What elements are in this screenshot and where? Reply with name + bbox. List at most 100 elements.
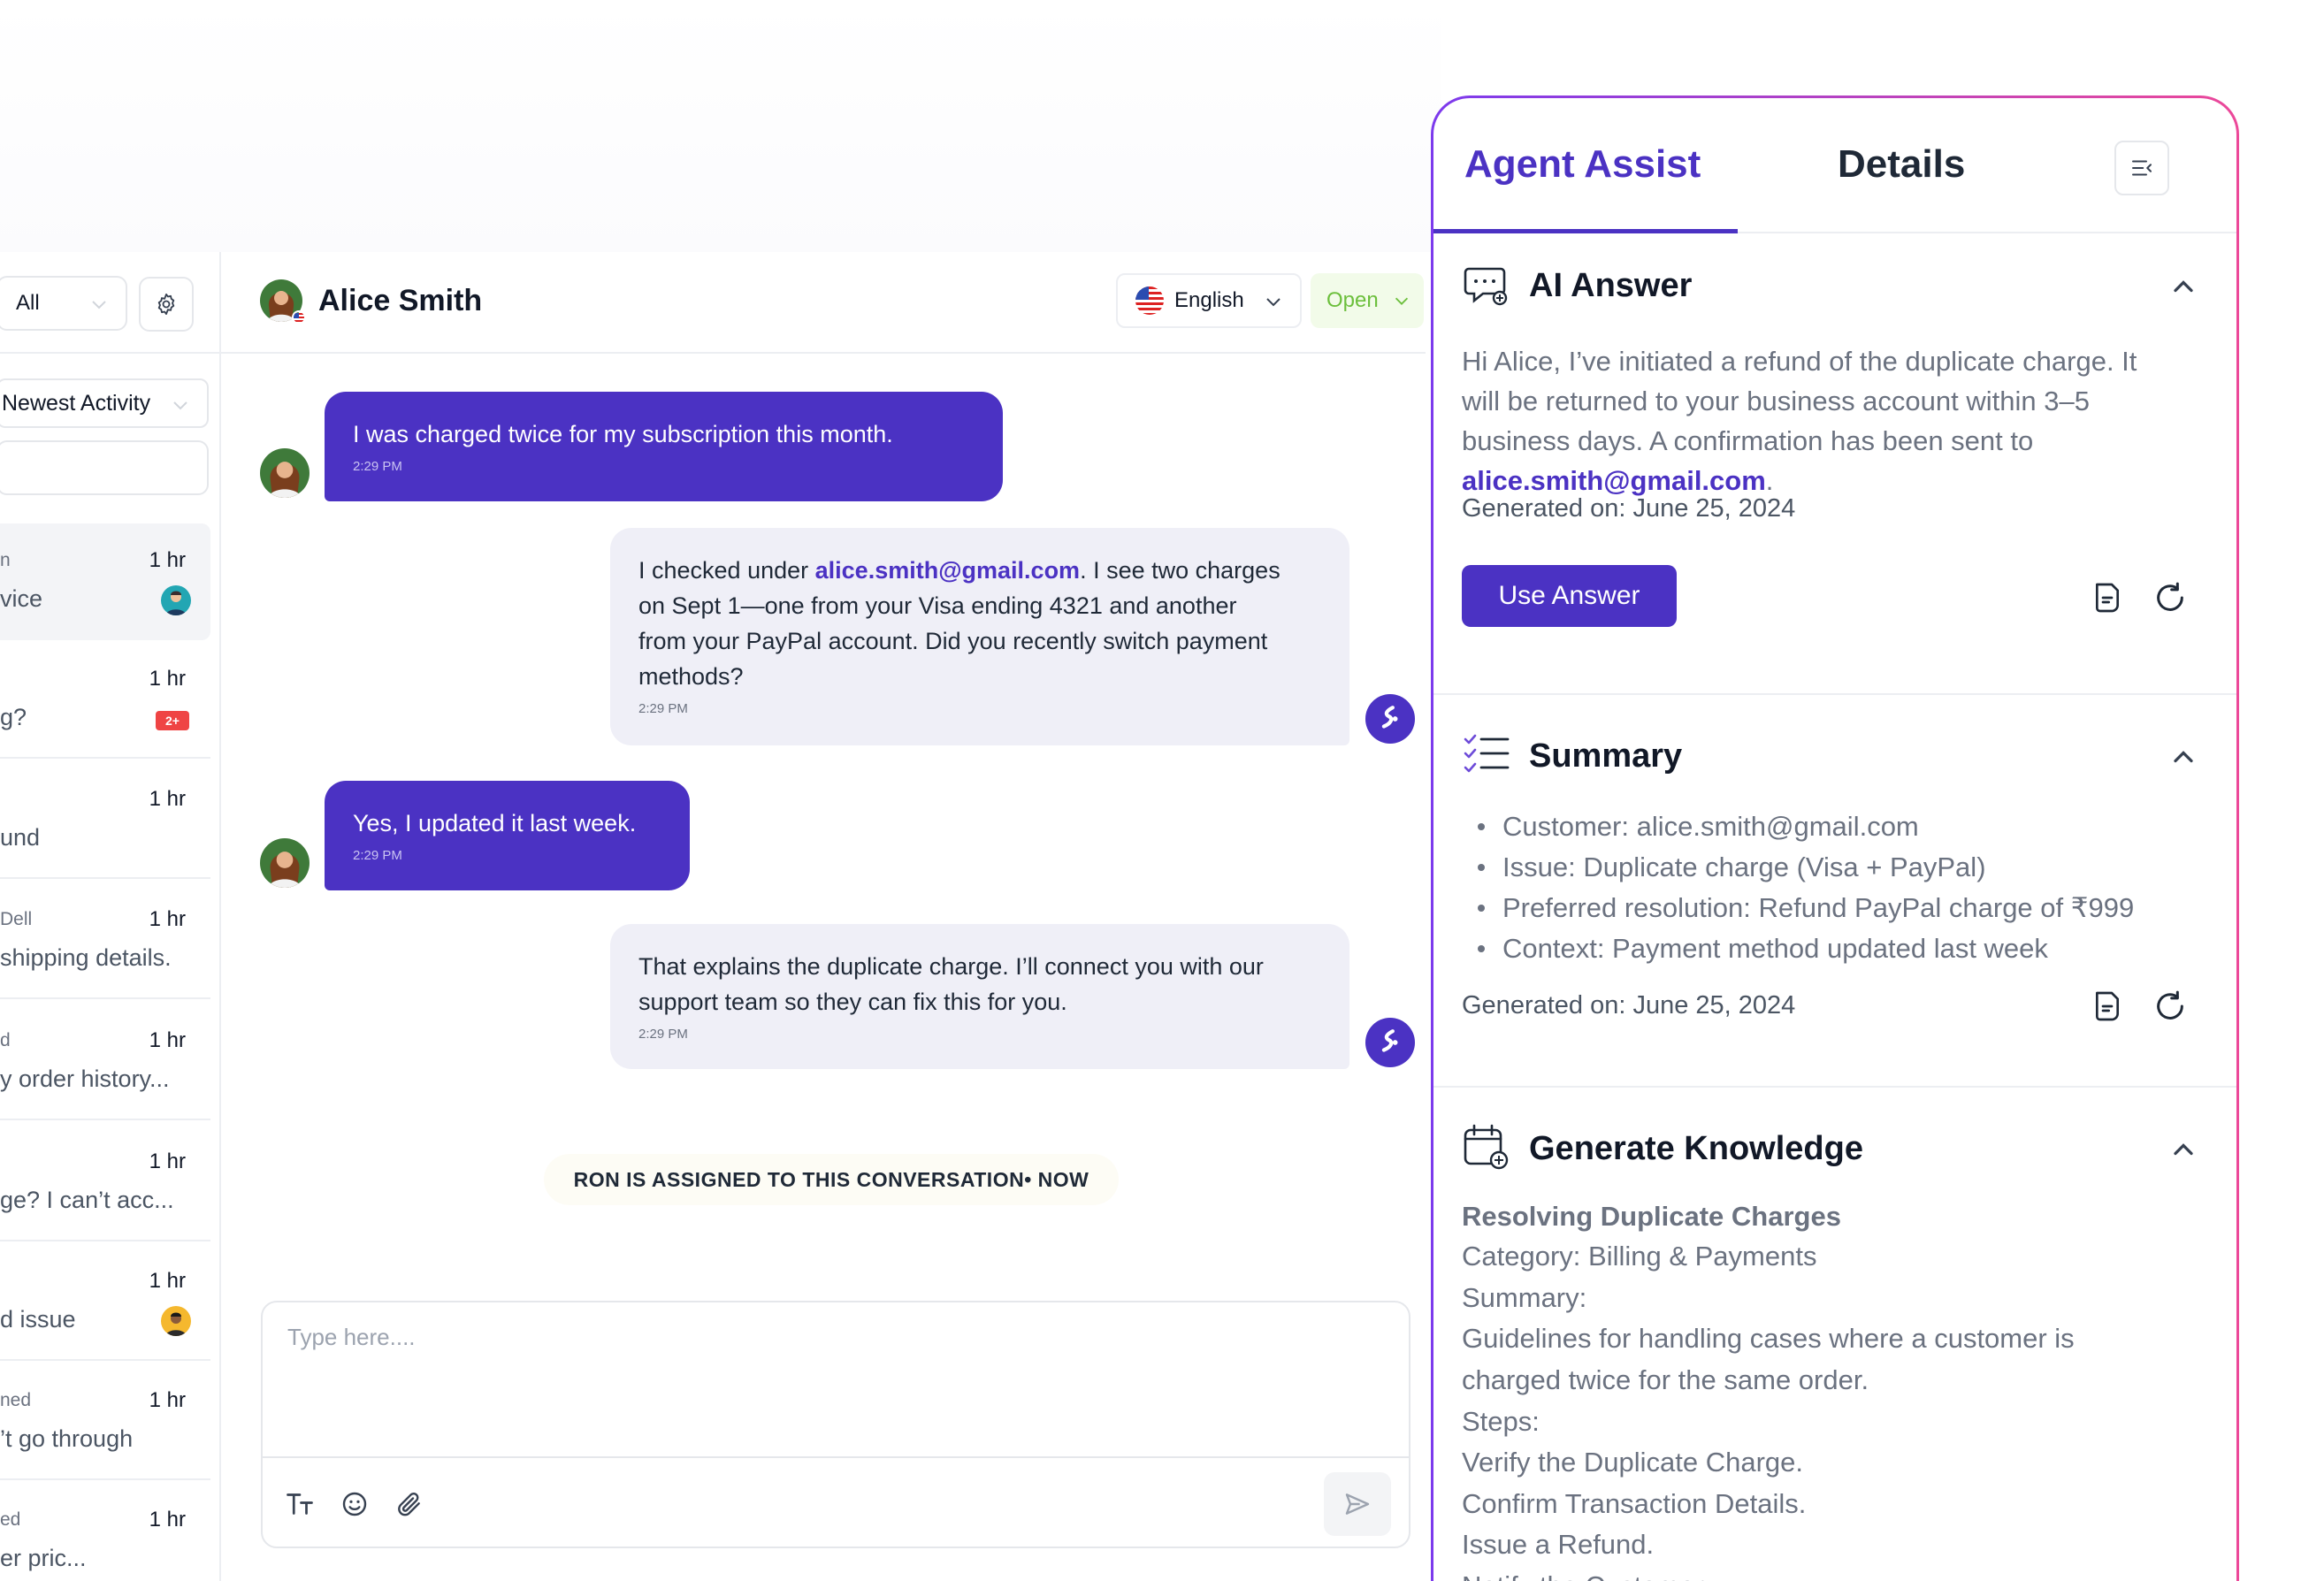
message-time: 2:29 PM: [638, 701, 688, 716]
sort-select[interactable]: Newest Activity: [0, 378, 209, 428]
chevron-down-icon: [173, 401, 187, 410]
answer-line: business days. A confirmation has been s…: [1462, 425, 2034, 456]
unread-badge: 2+: [156, 711, 189, 730]
conversation-item[interactable]: ned 1 hr ’t go through: [0, 1363, 210, 1480]
chat-header: Alice Smith English Open: [221, 252, 1426, 354]
answer-line: will be returned to your business accoun…: [1462, 386, 2090, 416]
incoming-message: Yes, I updated it last week. 2:29 PM: [325, 781, 690, 890]
conversation-item[interactable]: 1 hr g? 2+: [0, 642, 210, 759]
top-background: [0, 0, 1441, 252]
divider: [263, 1456, 1409, 1458]
generated-date: Generated on: June 25, 2024: [1462, 494, 1796, 523]
message-time: 2:29 PM: [353, 459, 402, 474]
conversation-item[interactable]: 1 hr und: [0, 762, 210, 879]
bot-avatar: [1365, 1018, 1415, 1067]
chevron-up-icon[interactable]: [2167, 1134, 2199, 1165]
filter-select-value: All: [16, 291, 40, 315]
conversation-preview: y order history...: [0, 1065, 170, 1092]
conversation-list-panel: All Newest Activity n 1 hr vice 1 hr g? …: [0, 252, 221, 1581]
language-select[interactable]: English: [1116, 273, 1302, 328]
copy-button[interactable]: [2088, 578, 2127, 617]
summary-list: Customer: alice.smith@gmail.com Issue: D…: [1462, 806, 2222, 969]
bot-logo-icon: [1381, 706, 1398, 729]
message-text-part: . I see two charges: [1080, 557, 1280, 584]
emoji-icon: [342, 1492, 367, 1516]
message-text: I was charged twice for my subscription …: [353, 421, 893, 447]
chevron-up-icon[interactable]: [2167, 741, 2199, 773]
knowledge-step: Verify the Duplicate Charge.: [1462, 1447, 1803, 1478]
message-text-line: from your PayPal account. Did you recent…: [638, 628, 1268, 654]
answer-suffix: .: [1765, 465, 1774, 496]
conversation-preview: shipping details.: [0, 944, 172, 971]
tab-details[interactable]: Details: [1838, 142, 1965, 187]
message-text-line: That explains the duplicate charge. I’ll…: [638, 953, 1264, 980]
regenerate-button[interactable]: [2151, 987, 2190, 1026]
us-flag-icon: [1135, 286, 1164, 315]
email-link[interactable]: alice.smith@gmail.com: [815, 557, 1080, 584]
conversation-name: ed: [0, 1509, 21, 1530]
use-answer-button[interactable]: Use Answer: [1462, 565, 1677, 627]
message-text-part: I checked under: [638, 557, 815, 584]
text-format-icon: [287, 1493, 313, 1515]
conversation-time: 1 hr: [149, 787, 186, 811]
send-button[interactable]: [1324, 1472, 1391, 1536]
knowledge-step: Issue a Refund.: [1462, 1529, 1655, 1560]
language-value: English: [1174, 288, 1244, 312]
conversation-search-input[interactable]: [0, 440, 209, 495]
generated-date: Generated on: June 25, 2024: [1462, 991, 1796, 1020]
conversation-preview: vice: [0, 585, 43, 612]
conversation-name: d: [0, 1030, 11, 1050]
emoji-button[interactable]: [337, 1486, 372, 1522]
text-format-button[interactable]: [282, 1486, 317, 1522]
agent-assist-panel: Agent Assist Details AI Answer Hi Alice,…: [1431, 95, 2239, 1581]
conversation-name: n: [0, 550, 11, 570]
conversation-preview: ge? I can’t acc...: [0, 1187, 174, 1213]
settings-button[interactable]: [139, 277, 194, 332]
copy-note-icon: [2096, 583, 2119, 613]
conversation-item[interactable]: 1 hr ge? I can’t acc...: [0, 1125, 210, 1241]
section-title: Generate Knowledge: [1529, 1130, 1863, 1167]
tab-agent-assist[interactable]: Agent Assist: [1464, 142, 1701, 187]
ai-answer-section: AI Answer Hi Alice, I’ve initiated a ref…: [1433, 233, 2236, 695]
agent-avatar: [161, 1306, 191, 1336]
conversation-item[interactable]: ed 1 hr er pric...: [0, 1483, 210, 1581]
conversation-preview: d issue: [0, 1306, 76, 1333]
attach-button[interactable]: [392, 1486, 427, 1522]
conversation-time: 1 hr: [149, 1028, 186, 1052]
regenerate-button[interactable]: [2151, 578, 2190, 617]
copy-button[interactable]: [2088, 987, 2127, 1026]
message-time: 2:29 PM: [638, 1027, 688, 1042]
conversation-item[interactable]: 1 hr d issue: [0, 1244, 210, 1361]
paperclip-icon: [398, 1493, 420, 1516]
refresh-icon: [2157, 582, 2183, 611]
message-input[interactable]: [263, 1302, 1409, 1456]
copy-note-icon: [2096, 991, 2119, 1021]
ai-chat-icon: [1464, 267, 1508, 306]
collapse-panel-button[interactable]: [2114, 141, 2169, 195]
conversation-time: 1 hr: [149, 1388, 186, 1412]
knowledge-steps-label: Steps:: [1462, 1406, 1540, 1437]
message-time: 2:29 PM: [353, 848, 402, 863]
contact-avatar: [260, 838, 310, 888]
conversation-item[interactable]: Dell 1 hr shipping details.: [0, 882, 210, 999]
conversation-item[interactable]: d 1 hr y order history...: [0, 1004, 210, 1120]
status-select[interactable]: Open: [1311, 273, 1424, 328]
conversation-time: 1 hr: [149, 1269, 186, 1293]
contact-name: Alice Smith: [318, 284, 483, 317]
list-toolbar: All: [0, 252, 221, 354]
summary-section: Summary Customer: alice.smith@gmail.com …: [1433, 695, 2236, 1088]
refresh-icon: [2157, 990, 2183, 1020]
assist-tabs: Agent Assist Details: [1433, 98, 2236, 233]
knowledge-category: Category: Billing & Payments: [1462, 1241, 1817, 1272]
ai-answer-text: Hi Alice, I’ve initiated a refund of the…: [1462, 341, 2205, 500]
bot-avatar: [1365, 694, 1415, 744]
email-link[interactable]: alice.smith@gmail.com: [1462, 465, 1766, 496]
conversation-item[interactable]: n 1 hr vice: [0, 523, 210, 640]
agent-avatar: [161, 585, 191, 615]
agent-assist-content: Agent Assist Details AI Answer Hi Alice,…: [1433, 98, 2236, 1581]
conversation-time: 1 hr: [149, 1149, 186, 1173]
filter-select[interactable]: All: [0, 276, 127, 331]
system-notice: RON IS ASSIGNED TO THIS CONVERSATION• NO…: [544, 1154, 1119, 1205]
message-text-line: on Sept 1—one from your Visa ending 4321…: [638, 592, 1237, 619]
chevron-up-icon[interactable]: [2167, 271, 2199, 302]
